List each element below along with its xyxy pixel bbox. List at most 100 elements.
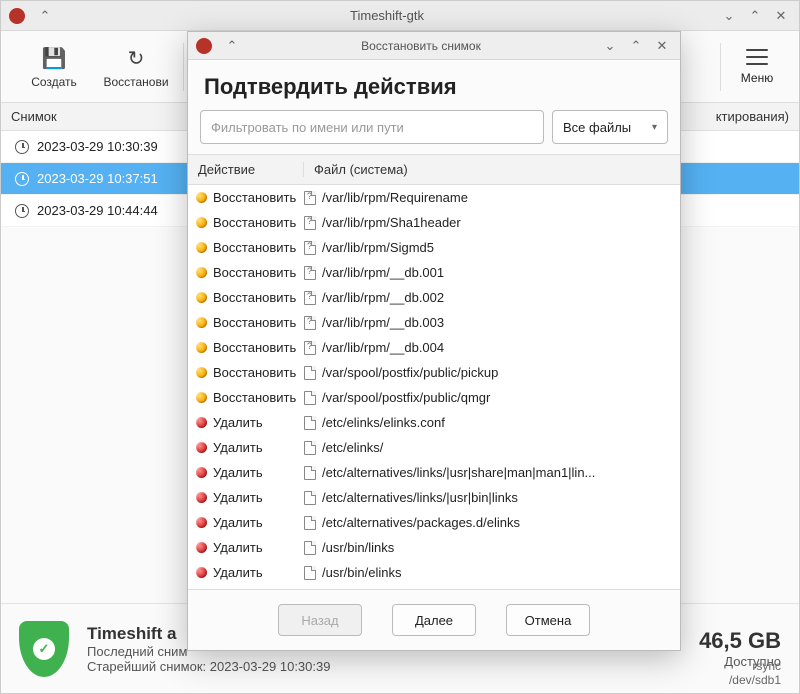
expand-up-icon[interactable]: ⌃	[222, 38, 242, 54]
status-dot-icon	[196, 517, 207, 528]
action-cell: Удалить	[196, 490, 304, 505]
col-action[interactable]: Действие	[188, 162, 304, 177]
action-cell: Восстановить	[196, 290, 304, 305]
action-cell: Восстановить	[196, 190, 304, 205]
menu-button[interactable]: Меню	[727, 49, 787, 85]
table-row[interactable]: Удалить/etc/elinks/	[188, 435, 680, 460]
file-cell: /var/spool/postfix/public/qmgr	[304, 390, 672, 405]
file-path: /var/lib/rpm/Sha1header	[322, 215, 461, 230]
action-cell: Восстановить	[196, 215, 304, 230]
file-icon	[304, 366, 316, 380]
window-title: Timeshift-gtk	[55, 8, 719, 23]
action-cell: Восстановить	[196, 390, 304, 405]
action-label: Удалить	[213, 415, 263, 430]
dialog-close-button[interactable]: ✕	[652, 38, 672, 54]
file-icon	[304, 541, 316, 555]
filter-row: Фильтровать по имени или пути Все файлы …	[188, 110, 680, 154]
action-cell: Удалить	[196, 465, 304, 480]
create-button[interactable]: 💾 Создать	[13, 39, 95, 95]
table-row[interactable]: Удалить/usr/bin/links	[188, 535, 680, 560]
table-row[interactable]: Восстановить/var/lib/rpm/__db.001	[188, 260, 680, 285]
status-dot-icon	[196, 467, 207, 478]
file-icon	[304, 266, 316, 280]
file-path: /var/spool/postfix/public/pickup	[322, 365, 498, 380]
file-icon	[304, 191, 316, 205]
restore-button[interactable]: ↻ Восстанови	[95, 39, 177, 95]
status-dot-icon	[196, 417, 207, 428]
footer-oldest-snapshot: Старейший снимок: 2023-03-29 10:30:39	[87, 659, 699, 674]
table-row[interactable]: Восстановить/var/lib/rpm/__db.002	[188, 285, 680, 310]
file-icon	[304, 416, 316, 430]
minimize-button[interactable]: ⌄	[719, 8, 739, 24]
back-button: Назад	[278, 604, 362, 636]
table-row[interactable]: Удалить/etc/alternatives/links/|usr|shar…	[188, 460, 680, 485]
maximize-button[interactable]: ⌃	[745, 8, 765, 24]
dialog-maximize-button[interactable]: ⌃	[626, 38, 646, 54]
file-icon	[304, 241, 316, 255]
col-tags[interactable]: ктирования)	[716, 109, 789, 124]
dialog-heading: Подтвердить действия	[188, 60, 680, 110]
file-cell: /usr/bin/links	[304, 540, 672, 555]
file-path: /etc/alternatives/links/|usr|bin|links	[322, 490, 518, 505]
action-label: Восстановить	[213, 390, 296, 405]
table-row[interactable]: Восстановить/var/lib/rpm/Sigmd5	[188, 235, 680, 260]
file-icon	[304, 391, 316, 405]
table-header: Действие Файл (система)	[188, 155, 680, 185]
table-row[interactable]: Удалить/etc/elinks/elinks.conf	[188, 410, 680, 435]
action-cell: Восстановить	[196, 265, 304, 280]
filter-placeholder: Фильтровать по имени или пути	[211, 120, 404, 135]
col-file[interactable]: Файл (система)	[304, 162, 659, 177]
status-dot-icon	[196, 292, 207, 303]
file-cell: /var/lib/rpm/__db.001	[304, 265, 672, 280]
clock-icon	[15, 172, 29, 186]
action-label: Восстановить	[213, 265, 296, 280]
action-label: Удалить	[213, 490, 263, 505]
status-dot-icon	[196, 317, 207, 328]
status-dot-icon	[196, 442, 207, 453]
status-dot-icon	[196, 217, 207, 228]
table-row[interactable]: Восстановить/var/spool/postfix/public/qm…	[188, 385, 680, 410]
action-label: Восстановить	[213, 365, 296, 380]
file-path: /etc/alternatives/links/|usr|share|man|m…	[322, 465, 595, 480]
table-body[interactable]: Восстановить/var/lib/rpm/RequirenameВосс…	[188, 185, 680, 589]
action-label: Удалить	[213, 465, 263, 480]
action-label: Восстановить	[213, 215, 296, 230]
table-row[interactable]: Восстановить/var/spool/postfix/public/pi…	[188, 360, 680, 385]
action-label: Восстановить	[213, 290, 296, 305]
snapshot-time: 2023-03-29 10:37:51	[37, 171, 158, 186]
close-button[interactable]: ✕	[771, 8, 791, 24]
hamburger-icon	[746, 49, 768, 65]
table-row[interactable]: Восстановить/var/lib/rpm/Sha1header	[188, 210, 680, 235]
table-row[interactable]: Удалить/usr/bin/elinks	[188, 560, 680, 585]
next-button[interactable]: Далее	[392, 604, 476, 636]
action-label: Восстановить	[213, 315, 296, 330]
table-row[interactable]: Восстановить/var/lib/rpm/__db.003	[188, 310, 680, 335]
status-dot-icon	[196, 542, 207, 553]
file-type-select[interactable]: Все файлы ▾	[552, 110, 668, 144]
action-label: Восстановить	[213, 190, 296, 205]
restore-icon: ↻	[128, 45, 145, 73]
restore-dialog: ⌃ Восстановить снимок ⌄ ⌃ ✕ Подтвердить …	[187, 31, 681, 651]
file-path: /var/spool/postfix/public/qmgr	[322, 390, 490, 405]
save-icon: 💾	[42, 45, 67, 73]
file-cell: /usr/bin/elinks	[304, 565, 672, 580]
main-titlebar: ⌃ Timeshift-gtk ⌄ ⌃ ✕	[1, 1, 799, 31]
table-row[interactable]: Удалить/etc/alternatives/packages.d/elin…	[188, 510, 680, 535]
file-path: /var/lib/rpm/Sigmd5	[322, 240, 434, 255]
file-icon	[304, 516, 316, 530]
expand-up-icon[interactable]: ⌃	[35, 8, 55, 24]
table-row[interactable]: Восстановить/var/lib/rpm/Requirename	[188, 185, 680, 210]
status-dot-icon	[196, 342, 207, 353]
footer-free-size: 46,5 GB	[699, 628, 781, 654]
dialog-minimize-button[interactable]: ⌄	[600, 38, 620, 54]
table-row[interactable]: Восстановить/var/lib/rpm/__db.004	[188, 335, 680, 360]
action-cell: Восстановить	[196, 365, 304, 380]
table-row[interactable]: Удалить/etc/alternatives/links/|usr|bin|…	[188, 485, 680, 510]
action-cell: Удалить	[196, 565, 304, 580]
col-snapshot[interactable]: Снимок	[11, 109, 57, 124]
cancel-button[interactable]: Отмена	[506, 604, 590, 636]
file-path: /usr/bin/links	[322, 540, 394, 555]
status-dot-icon	[196, 192, 207, 203]
file-icon	[304, 316, 316, 330]
filter-input[interactable]: Фильтровать по имени или пути	[200, 110, 544, 144]
